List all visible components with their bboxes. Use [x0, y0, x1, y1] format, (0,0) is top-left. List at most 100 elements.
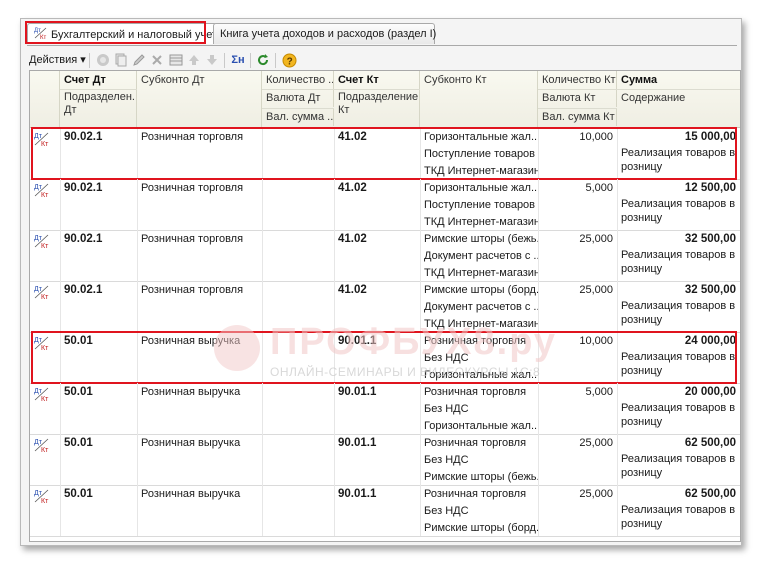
- header-debit-val-amount[interactable]: Вал. сумма ...: [262, 108, 334, 126]
- toolbar-separator: [224, 53, 225, 68]
- header-gridline: [538, 108, 617, 109]
- svg-text:Кт: Кт: [41, 498, 49, 504]
- header-credit-quantity[interactable]: Количество Кт: [538, 71, 617, 89]
- table-row[interactable]: Дт Кт 50.01 Розничная выручка 90.01.1 Розничн…: [30, 383, 740, 435]
- header-icon-column: [30, 71, 60, 127]
- credit-quantity-cell[interactable]: 5,000: [538, 384, 617, 401]
- debit-account-cell[interactable]: 90.02.1: [60, 180, 137, 197]
- move-up-icon[interactable]: [186, 52, 202, 68]
- header-debit-subconto[interactable]: Субконто Дт: [137, 71, 262, 89]
- amount-cell[interactable]: 32 500,00: [617, 282, 740, 299]
- add-icon[interactable]: [95, 52, 111, 68]
- debit-account-cell[interactable]: 90.02.1: [60, 282, 137, 299]
- amount-cell[interactable]: 62 500,00: [617, 486, 740, 503]
- copy-icon[interactable]: [113, 52, 129, 68]
- table-header: Счет Дт Субконто Дт Количество ... Счет …: [30, 71, 740, 128]
- header-debit-account[interactable]: Счет Дт: [60, 71, 137, 89]
- sum-icon[interactable]: Σн: [229, 52, 247, 68]
- header-credit-account[interactable]: Счет Кт: [334, 71, 420, 89]
- credit-subconto-cell[interactable]: ТКД Интернет-магазин: [420, 214, 538, 231]
- header-content[interactable]: Содержание: [617, 89, 740, 107]
- credit-subconto-cell[interactable]: Розничная торговля: [420, 435, 538, 452]
- credit-account-cell[interactable]: 90.01.1: [334, 384, 420, 401]
- debit-account-cell[interactable]: 50.01: [60, 435, 137, 452]
- amount-cell[interactable]: 20 000,00: [617, 384, 740, 401]
- grid-settings-icon[interactable]: [168, 52, 184, 68]
- column-separator: [262, 230, 263, 281]
- table-row[interactable]: Дт Кт 50.01 Розничная выручка 90.01.1 Розничн…: [30, 485, 740, 537]
- credit-account-cell[interactable]: 41.02: [334, 231, 420, 248]
- amount-cell[interactable]: 12 500,00: [617, 180, 740, 197]
- content-cell[interactable]: Реализация товаров в розницу: [617, 401, 737, 433]
- content-cell[interactable]: Реализация товаров в розницу: [617, 503, 737, 535]
- column-separator: [262, 485, 263, 536]
- content-cell[interactable]: Реализация товаров в розницу: [617, 197, 737, 229]
- credit-subconto-cell[interactable]: Без НДС: [420, 452, 538, 469]
- help-icon[interactable]: ?: [281, 52, 297, 68]
- tab-income-expense-book[interactable]: Книга учета доходов и расходов (раздел I…: [213, 23, 436, 44]
- table-row[interactable]: Дт Кт 90.02.1 Розничная торговля 41.02 Горизо…: [30, 179, 740, 231]
- debit-subconto-cell[interactable]: Розничная торговля: [137, 180, 262, 197]
- debit-account-cell[interactable]: 50.01: [60, 384, 137, 401]
- credit-subconto-cell[interactable]: Без НДС: [420, 401, 538, 418]
- credit-subconto-cell[interactable]: Розничная торговля: [420, 486, 538, 503]
- amount-cell[interactable]: 32 500,00: [617, 231, 740, 248]
- credit-quantity-cell[interactable]: 25,000: [538, 282, 617, 299]
- column-separator: [262, 434, 263, 485]
- credit-subconto-cell[interactable]: Документ расчетов с ...: [420, 299, 538, 316]
- credit-subconto-cell[interactable]: Розничная торговля: [420, 384, 538, 401]
- header-debit-division[interactable]: Подразделен... Дт: [60, 89, 137, 127]
- header-credit-currency[interactable]: Валюта Кт: [538, 89, 617, 107]
- header-gridline: [617, 89, 740, 90]
- debit-subconto-cell[interactable]: Розничная выручка: [137, 384, 262, 401]
- header-credit-division[interactable]: Подразделение Кт: [334, 89, 420, 127]
- move-down-icon[interactable]: [204, 52, 220, 68]
- credit-subconto-cell[interactable]: Римские шторы (борд...: [420, 282, 538, 299]
- header-debit-quantity[interactable]: Количество ...: [262, 71, 334, 89]
- table-row[interactable]: Дт Кт 50.01 Розничная выручка 90.01.1 Розничн…: [30, 434, 740, 486]
- header-credit-subconto[interactable]: Субконто Кт: [420, 71, 538, 89]
- refresh-icon[interactable]: [255, 52, 271, 68]
- credit-subconto-cell[interactable]: Римские шторы (бежь...: [420, 469, 538, 486]
- content-cell[interactable]: Реализация товаров в розницу: [617, 299, 737, 331]
- debit-subconto-cell[interactable]: Розничная торговля: [137, 282, 262, 299]
- credit-subconto-cell[interactable]: Поступление товаров ...: [420, 197, 538, 214]
- header-credit-val-amount[interactable]: Вал. сумма Кт: [538, 108, 617, 126]
- debit-subconto-cell[interactable]: Розничная выручка: [137, 435, 262, 452]
- header-amount[interactable]: Сумма: [617, 71, 740, 89]
- credit-quantity-cell[interactable]: 25,000: [538, 486, 617, 503]
- delete-icon[interactable]: [149, 52, 165, 68]
- credit-account-cell[interactable]: 90.01.1: [334, 435, 420, 452]
- credit-quantity-cell[interactable]: 25,000: [538, 231, 617, 248]
- content-cell[interactable]: Реализация товаров в розницу: [617, 248, 737, 280]
- table-row[interactable]: Дт Кт 90.02.1 Розничная торговля 41.02 Римски…: [30, 281, 740, 333]
- credit-quantity-cell[interactable]: 25,000: [538, 435, 617, 452]
- credit-quantity-cell[interactable]: 5,000: [538, 180, 617, 197]
- amount-cell[interactable]: 62 500,00: [617, 435, 740, 452]
- credit-account-cell[interactable]: 41.02: [334, 180, 420, 197]
- credit-account-cell[interactable]: 41.02: [334, 282, 420, 299]
- movements-table: Счет Дт Субконто Дт Количество ... Счет …: [29, 70, 741, 542]
- credit-subconto-cell[interactable]: Документ расчетов с ...: [420, 248, 538, 265]
- credit-subconto-cell[interactable]: Без НДС: [420, 503, 538, 520]
- debit-account-cell[interactable]: 90.02.1: [60, 231, 137, 248]
- debit-subconto-cell[interactable]: Розничная выручка: [137, 486, 262, 503]
- toolbar-separator: [89, 53, 90, 68]
- credit-subconto-cell[interactable]: Горизонтальные жал...: [420, 418, 538, 435]
- credit-subconto-cell[interactable]: ТКД Интернет-магазин: [420, 265, 538, 282]
- table-row[interactable]: Дт Кт 90.02.1 Розничная торговля 41.02 Римски…: [30, 230, 740, 282]
- column-separator: [262, 179, 263, 230]
- dt-kt-icon: ДтКт: [34, 234, 49, 249]
- actions-menu-button[interactable]: Действия ▾: [29, 53, 86, 66]
- edit-icon[interactable]: [131, 52, 147, 68]
- debit-subconto-cell[interactable]: Розничная торговля: [137, 231, 262, 248]
- dt-kt-icon: ДтКт: [34, 387, 49, 402]
- credit-subconto-cell[interactable]: Горизонтальные жал...: [420, 180, 538, 197]
- debit-account-cell[interactable]: 50.01: [60, 486, 137, 503]
- credit-subconto-cell[interactable]: Римские шторы (борд...: [420, 520, 538, 537]
- content-cell[interactable]: Реализация товаров в розницу: [617, 452, 737, 484]
- credit-account-cell[interactable]: 90.01.1: [334, 486, 420, 503]
- credit-subconto-cell[interactable]: Римские шторы (бежь...: [420, 231, 538, 248]
- header-debit-currency[interactable]: Валюта Дт: [262, 89, 334, 107]
- dt-kt-icon: ДтКт: [34, 438, 49, 453]
